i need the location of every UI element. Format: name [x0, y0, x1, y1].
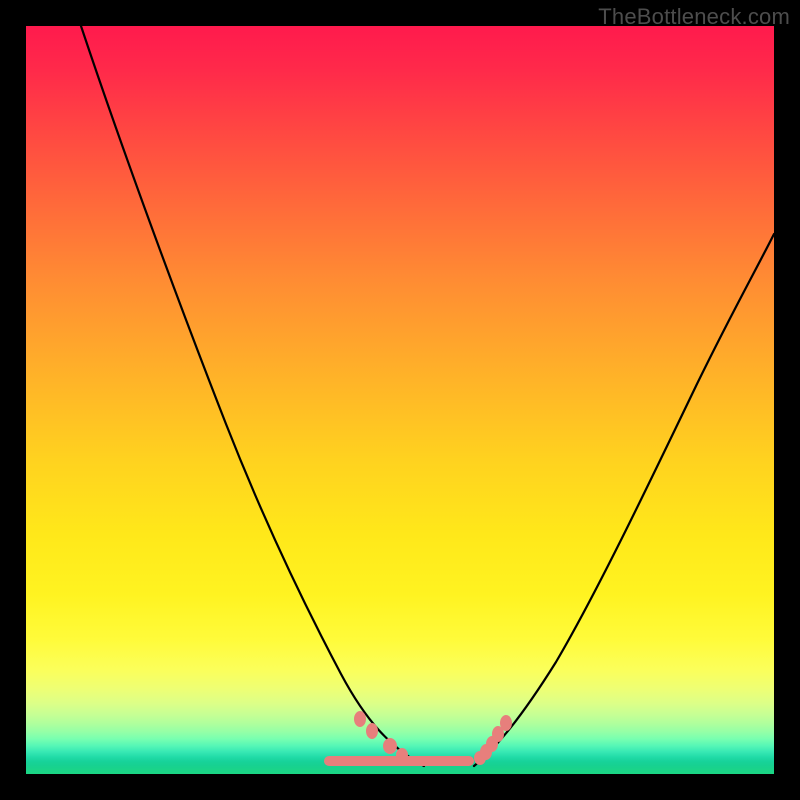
plot-area	[26, 26, 774, 774]
bottleneck-curve	[26, 26, 774, 774]
marker-cluster-right	[474, 715, 512, 765]
bottom-marker-band	[324, 756, 474, 766]
curve-right-branch	[474, 234, 774, 766]
outer-frame: TheBottleneck.com	[0, 0, 800, 800]
watermark-text: TheBottleneck.com	[598, 4, 790, 30]
marker-cluster-left	[354, 711, 408, 762]
curve-left-branch	[81, 26, 424, 766]
